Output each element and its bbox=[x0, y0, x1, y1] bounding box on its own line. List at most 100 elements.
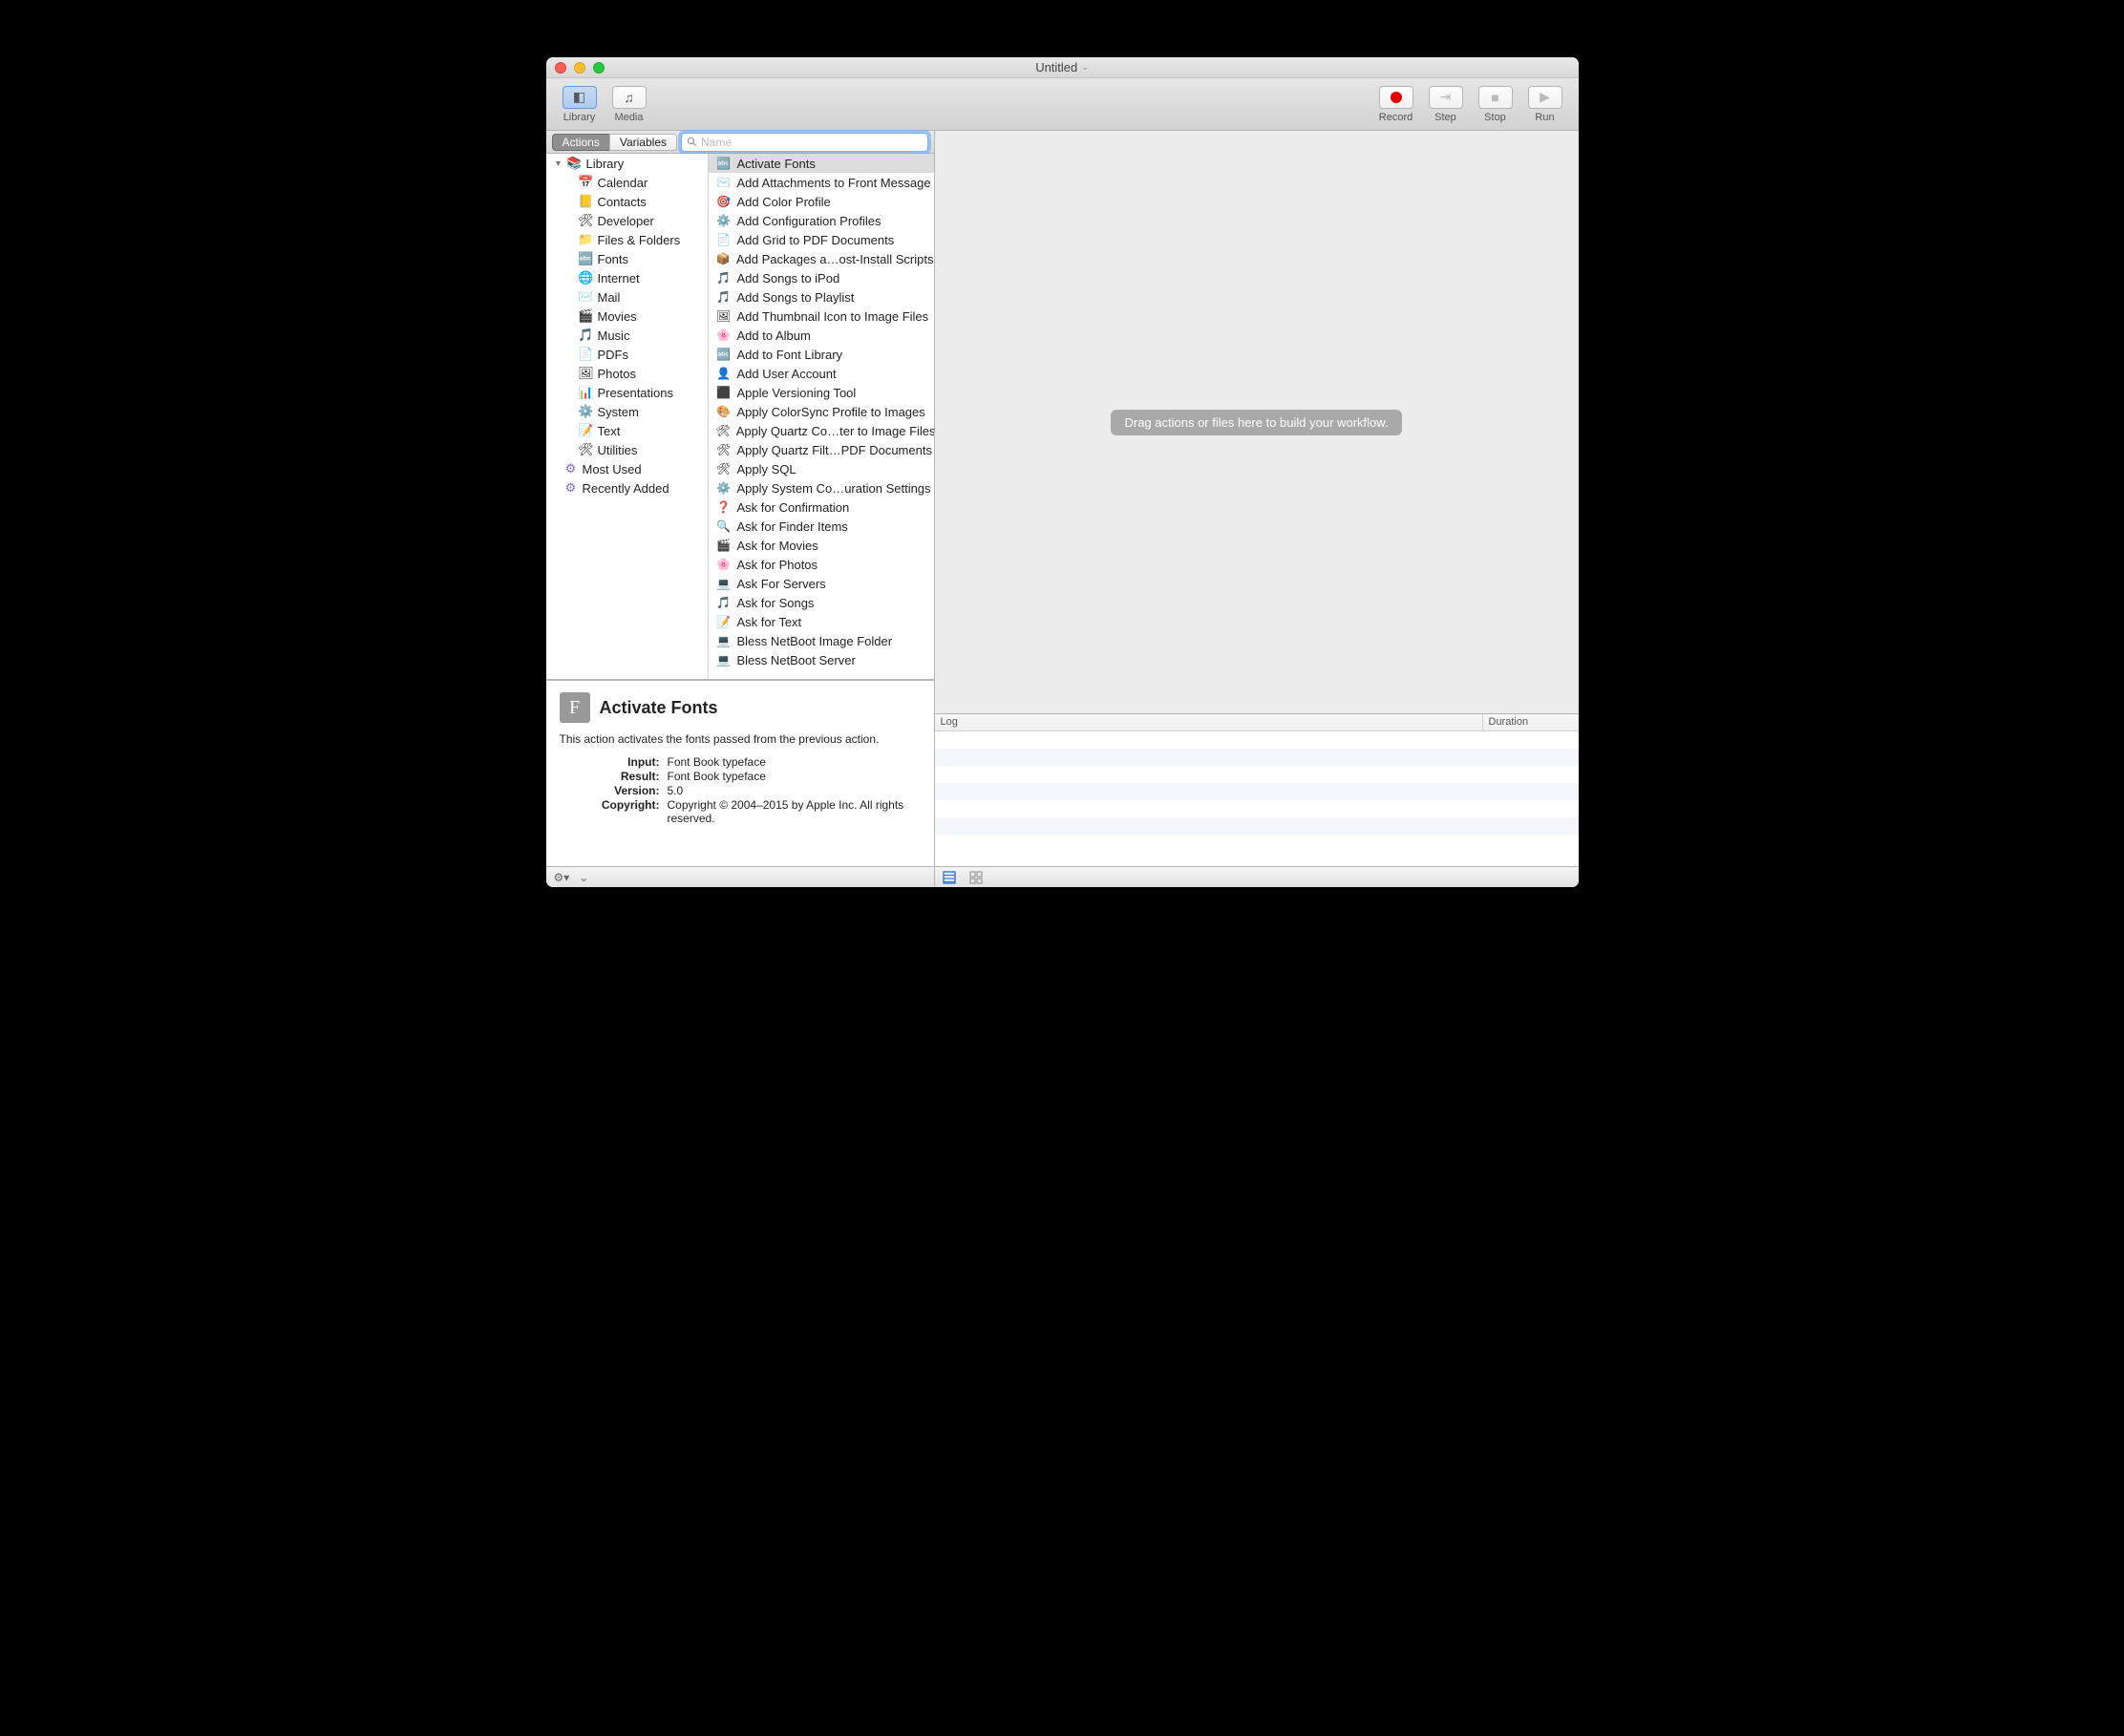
category-item[interactable]: ⚙️System bbox=[546, 402, 708, 421]
category-item[interactable]: 📒Contacts bbox=[546, 192, 708, 211]
smart-folder-label: Recently Added bbox=[583, 481, 669, 496]
action-item[interactable]: 💻Bless NetBoot Image Folder bbox=[709, 631, 934, 650]
smart-folder-icon: ⚙︎ bbox=[563, 480, 579, 496]
action-item-icon: 🔍 bbox=[716, 519, 732, 534]
duration-column-header[interactable]: Duration bbox=[1483, 714, 1579, 730]
category-list[interactable]: ▼ 📚 Library 📅Calendar📒Contacts🛠Developer… bbox=[546, 154, 709, 679]
gear-menu[interactable]: ⚙︎▾ bbox=[554, 871, 570, 884]
action-item-icon: 🌸 bbox=[716, 557, 732, 572]
action-item-label: Activate Fonts bbox=[737, 157, 816, 171]
action-item-label: Ask for Photos bbox=[737, 558, 818, 572]
action-item-label: Apply Quartz Co…ter to Image Files bbox=[736, 424, 934, 438]
category-label: Presentations bbox=[598, 386, 674, 400]
category-icon: ✉️ bbox=[579, 289, 594, 305]
workflow-hint: Drag actions or files here to build your… bbox=[1111, 410, 1401, 435]
search-field[interactable] bbox=[681, 133, 928, 152]
category-label: Contacts bbox=[598, 195, 647, 209]
action-item[interactable]: 🔤Add to Font Library bbox=[709, 345, 934, 364]
collapse-info-button[interactable]: ⌄ bbox=[579, 871, 588, 884]
action-item-label: Ask for Confirmation bbox=[737, 500, 850, 515]
action-item[interactable]: 🛠 Apply Quartz Co…ter to Image Files bbox=[709, 421, 934, 440]
action-item-label: Apply ColorSync Profile to Images bbox=[737, 405, 925, 419]
smart-folder-item[interactable]: ⚙︎ Recently Added bbox=[546, 478, 708, 498]
run-button[interactable]: ▶ Run bbox=[1521, 86, 1569, 123]
step-button[interactable]: ⇥ Step bbox=[1422, 86, 1470, 123]
category-item[interactable]: 🛠Utilities bbox=[546, 440, 708, 459]
media-toolbar-button[interactable]: ♫ Media bbox=[605, 86, 653, 123]
action-item[interactable]: 🎵Ask for Songs bbox=[709, 593, 934, 612]
action-item[interactable]: 🛠Apply SQL bbox=[709, 459, 934, 478]
log-rows[interactable] bbox=[935, 731, 1579, 866]
action-item-icon: ⚙️ bbox=[716, 480, 732, 496]
search-input[interactable] bbox=[701, 136, 923, 149]
action-item-label: Ask for Songs bbox=[737, 596, 815, 610]
action-item-label: Bless NetBoot Image Folder bbox=[737, 634, 893, 648]
workflow-canvas[interactable]: Drag actions or files here to build your… bbox=[935, 131, 1579, 713]
category-item[interactable]: 🖼Photos bbox=[546, 364, 708, 383]
action-list[interactable]: 🔤Activate Fonts✉️Add Attachments to Fron… bbox=[709, 154, 934, 679]
category-item[interactable]: 🎵Music bbox=[546, 326, 708, 345]
action-item[interactable]: 🌸Add to Album bbox=[709, 326, 934, 345]
record-button[interactable]: Record bbox=[1372, 86, 1420, 123]
action-item[interactable]: 📦Add Packages a…ost-Install Scripts bbox=[709, 249, 934, 268]
action-item[interactable]: 🔍Ask for Finder Items bbox=[709, 517, 934, 536]
category-item[interactable]: 🌐Internet bbox=[546, 268, 708, 287]
category-icon: 🎵 bbox=[579, 328, 594, 343]
tab-actions[interactable]: Actions bbox=[552, 134, 609, 151]
action-item[interactable]: 💻Ask For Servers bbox=[709, 574, 934, 593]
category-item[interactable]: 🔤Fonts bbox=[546, 249, 708, 268]
action-item-icon: 🛠 bbox=[716, 442, 732, 457]
action-item-icon: ✉️ bbox=[716, 175, 732, 190]
action-item-label: Add to Album bbox=[737, 328, 811, 343]
category-item[interactable]: 📄PDFs bbox=[546, 345, 708, 364]
library-toolbar-button[interactable]: ◧ Library bbox=[556, 86, 604, 123]
category-item[interactable]: 📁Files & Folders bbox=[546, 230, 708, 249]
action-item[interactable]: 🔤Activate Fonts bbox=[709, 154, 934, 173]
action-item[interactable]: 🎨Apply ColorSync Profile to Images bbox=[709, 402, 934, 421]
category-item[interactable]: 🎬Movies bbox=[546, 307, 708, 326]
action-item[interactable]: ⚙️Apply System Co…uration Settings bbox=[709, 478, 934, 498]
category-label: System bbox=[598, 405, 639, 419]
action-item[interactable]: 📝Ask for Text bbox=[709, 612, 934, 631]
smart-folder-item[interactable]: ⚙︎Most Used bbox=[546, 459, 708, 478]
action-item[interactable]: 👤Add User Account bbox=[709, 364, 934, 383]
category-item[interactable]: 📝Text bbox=[546, 421, 708, 440]
library-root[interactable]: ▼ 📚 Library bbox=[546, 154, 708, 173]
category-icon: 🛠 bbox=[579, 442, 594, 457]
action-item-icon: 🔤 bbox=[716, 347, 732, 362]
disclosure-icon[interactable]: ▼ bbox=[554, 159, 563, 168]
stop-button[interactable]: ■ Stop bbox=[1472, 86, 1519, 123]
category-item[interactable]: 📅Calendar bbox=[546, 173, 708, 192]
log-column-header[interactable]: Log bbox=[935, 714, 1483, 730]
category-label: Files & Folders bbox=[598, 233, 681, 247]
action-item[interactable]: 📄Add Grid to PDF Documents bbox=[709, 230, 934, 249]
category-item[interactable]: ✉️Mail bbox=[546, 287, 708, 307]
workflow-pane: Drag actions or files here to build your… bbox=[935, 131, 1579, 887]
category-item[interactable]: 📊Presentations bbox=[546, 383, 708, 402]
action-item[interactable]: ⬛Apple Versioning Tool bbox=[709, 383, 934, 402]
action-item[interactable]: 🖼Add Thumbnail Icon to Image Files bbox=[709, 307, 934, 326]
action-item-icon: ❓ bbox=[716, 499, 732, 515]
sidebar-icon: ◧ bbox=[573, 89, 585, 105]
action-item[interactable]: 🎯Add Color Profile bbox=[709, 192, 934, 211]
action-item[interactable]: ❓ Ask for Confirmation bbox=[709, 498, 934, 517]
action-item[interactable]: 🌸 Ask for Photos bbox=[709, 555, 934, 574]
action-item[interactable]: 🛠Apply Quartz Filt…PDF Documents bbox=[709, 440, 934, 459]
action-item[interactable]: ⚙️Add Configuration Profiles bbox=[709, 211, 934, 230]
titlebar[interactable]: Untitled⌄ bbox=[546, 57, 1579, 78]
window-title[interactable]: Untitled⌄ bbox=[546, 60, 1579, 74]
action-item[interactable]: 💻Bless NetBoot Server bbox=[709, 650, 934, 669]
action-item-icon: 🛠 bbox=[716, 423, 731, 438]
action-item[interactable]: 🎵Add Songs to Playlist bbox=[709, 287, 934, 307]
workflow-view-icon[interactable] bbox=[943, 871, 956, 884]
category-label: Movies bbox=[598, 309, 637, 324]
action-item[interactable]: 🎵Add Songs to iPod bbox=[709, 268, 934, 287]
category-item[interactable]: 🛠Developer bbox=[546, 211, 708, 230]
variables-view-icon[interactable] bbox=[969, 871, 983, 884]
tab-variables[interactable]: Variables bbox=[609, 134, 677, 151]
info-result-label: Result: bbox=[560, 770, 660, 783]
info-input-value: Font Book typeface bbox=[668, 755, 921, 769]
action-item[interactable]: ✉️Add Attachments to Front Message bbox=[709, 173, 934, 192]
action-item[interactable]: 🎬Ask for Movies bbox=[709, 536, 934, 555]
info-title: Activate Fonts bbox=[600, 698, 718, 718]
